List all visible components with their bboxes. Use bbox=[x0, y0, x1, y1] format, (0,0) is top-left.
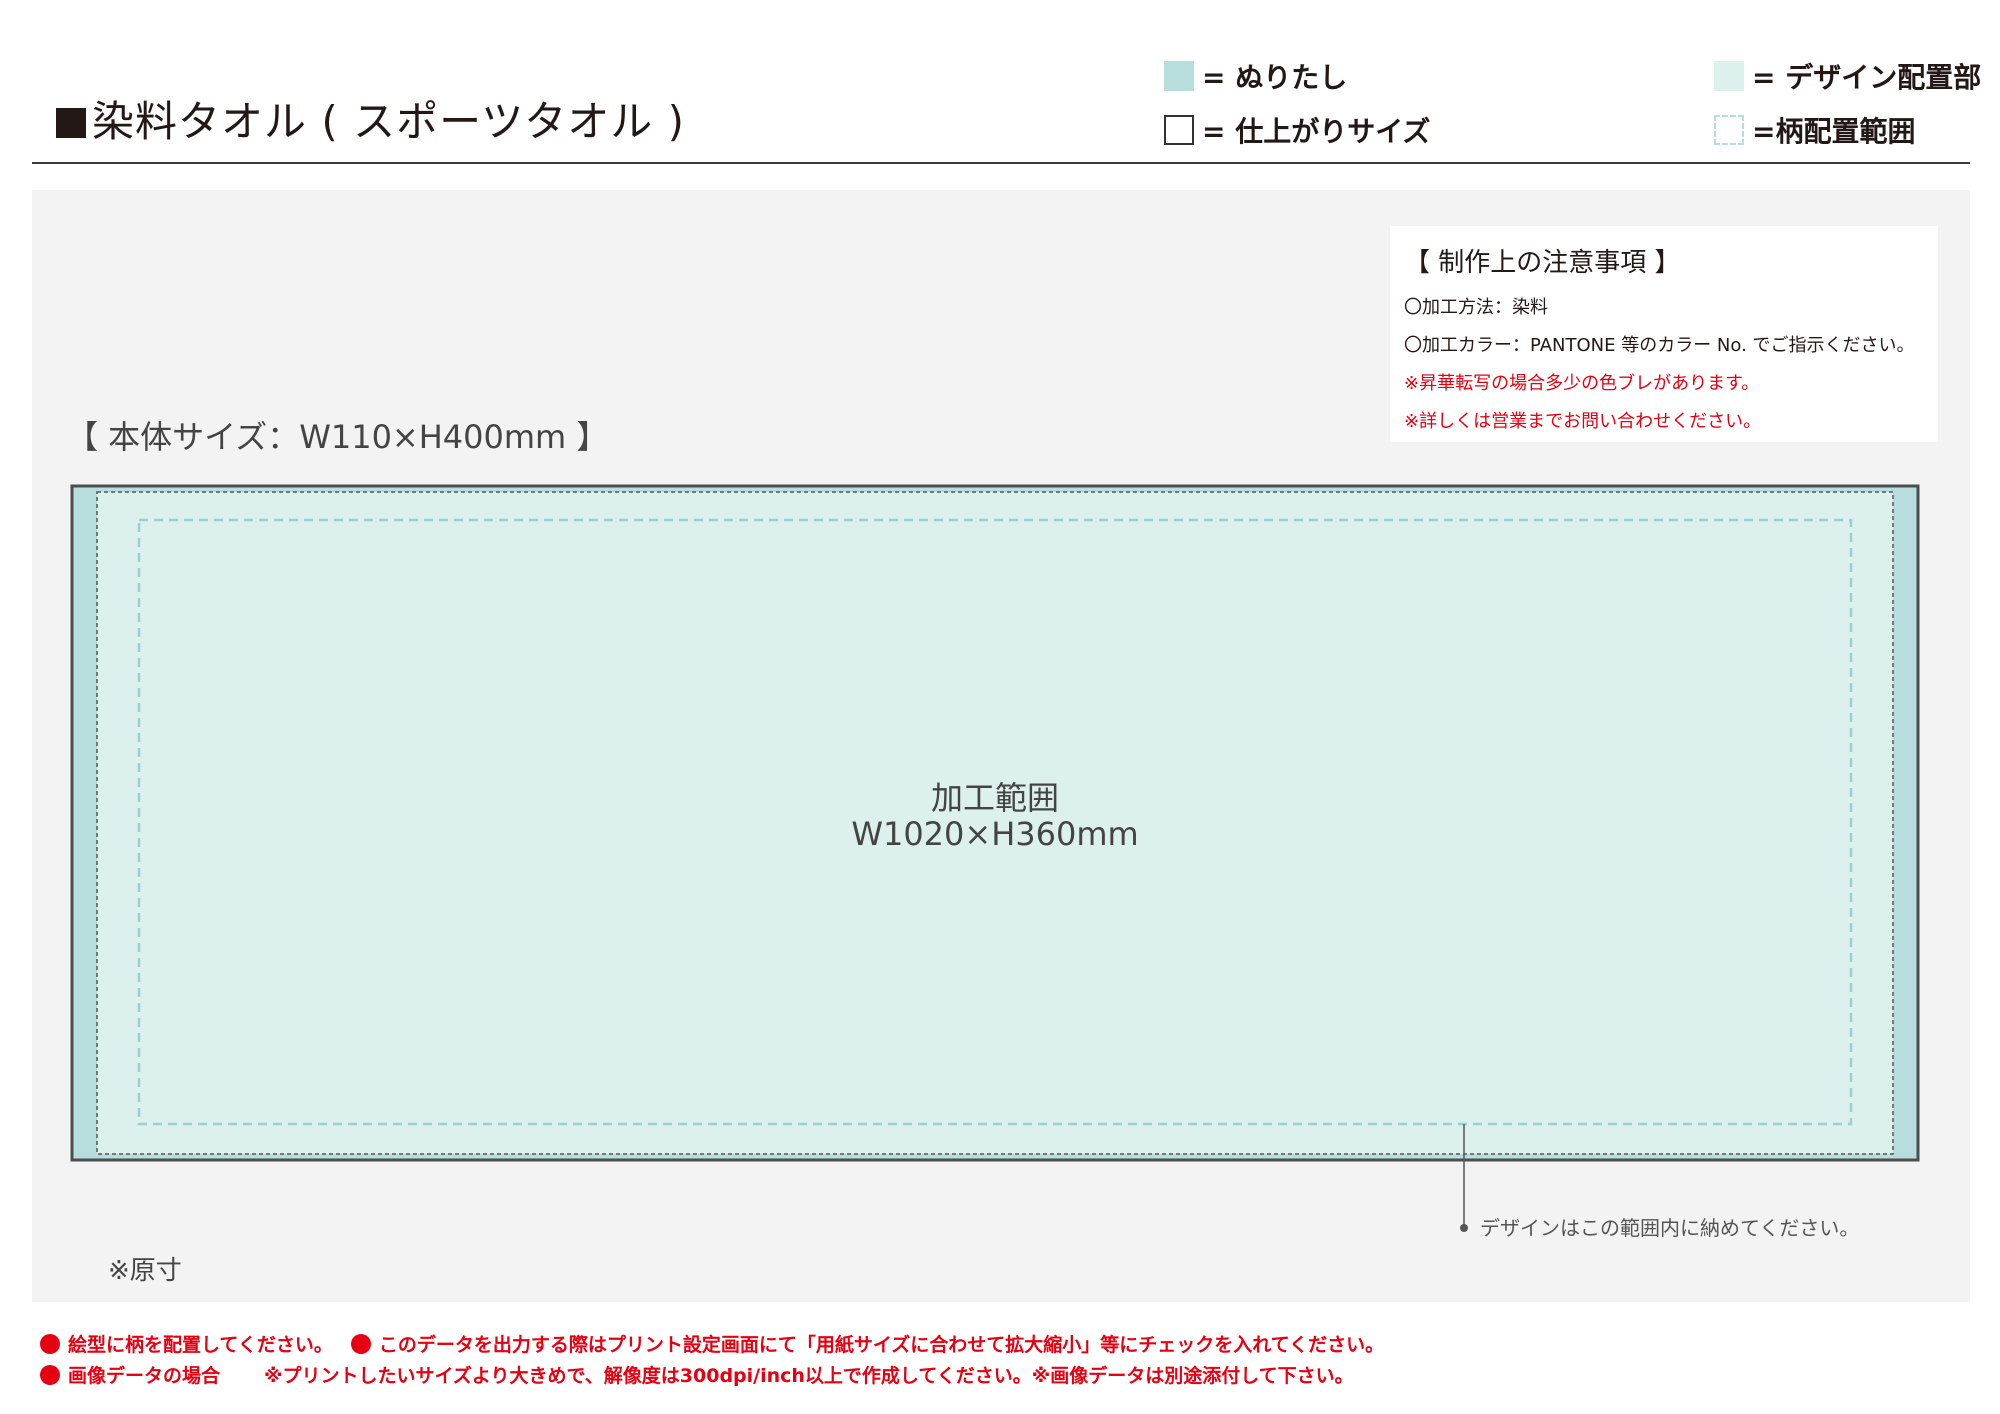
bullet-icon bbox=[350, 1334, 371, 1354]
process-area-label: 加工範囲 W1020×H360mm bbox=[800, 780, 1190, 852]
bullet-icon bbox=[40, 1365, 60, 1385]
design-fit-note: デザインはこの範囲内に納めてください。 bbox=[1480, 1216, 1860, 1240]
process-area-dims: W1020×H360mm bbox=[851, 815, 1139, 853]
footer-item-3-detail: ※プリントしたいサイズより大きめで、解像度は300dpi/inch以上で作成して… bbox=[264, 1365, 1354, 1387]
original-size-note: ※原寸 bbox=[108, 1256, 182, 1286]
bullet-icon bbox=[40, 1334, 60, 1354]
annotation-dot-icon bbox=[1460, 1224, 1468, 1232]
footer-line-1: 絵型に柄を配置してください。 このデータを出力する際はプリント設定画面にて「用紙サ… bbox=[40, 1330, 1384, 1357]
process-area-name: 加工範囲 bbox=[930, 779, 1059, 817]
footer-line-2: 画像データの場合 ※プリントしたいサイズより大きめで、解像度は300dpi/inc… bbox=[40, 1361, 1354, 1388]
towel-template-diagram bbox=[70, 484, 1920, 1232]
footer-item-2: このデータを出力する際はプリント設定画面にて「用紙サイズに合わせて拡大縮小」等に… bbox=[378, 1334, 1385, 1356]
footer-item-1: 絵型に柄を配置してください。 bbox=[68, 1334, 333, 1356]
footer-item-3: 画像データの場合 bbox=[68, 1365, 221, 1387]
